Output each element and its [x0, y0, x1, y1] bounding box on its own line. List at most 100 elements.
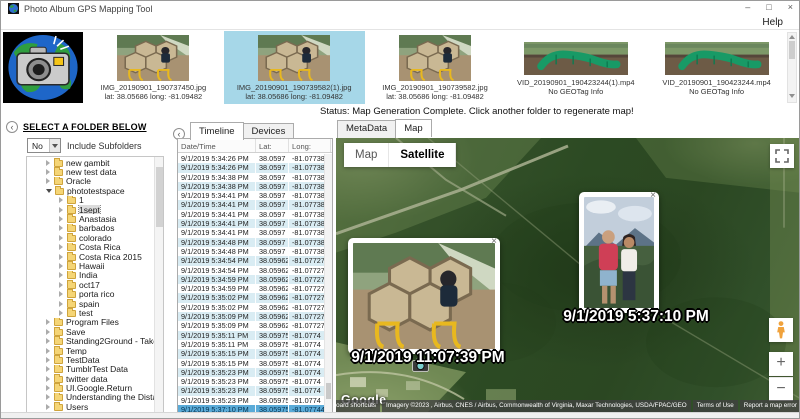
table-row[interactable]: 9/1/2019 5:35:11 PM38.059757-81.0774 — [178, 339, 332, 350]
fullscreen-button[interactable] — [770, 144, 794, 168]
column-header[interactable]: Long: — [289, 139, 331, 152]
zoom-in-button[interactable]: + — [769, 352, 793, 376]
tree-item[interactable]: TestData — [27, 355, 154, 365]
tree-item[interactable]: barbados — [27, 223, 154, 233]
collapse-arrow-icon[interactable] — [46, 188, 52, 193]
table-row[interactable]: 9/1/2019 5:35:09 PM38.059628-81.07727 — [178, 312, 332, 322]
expand-arrow-icon[interactable] — [59, 281, 64, 288]
expand-arrow-icon[interactable] — [46, 356, 51, 363]
tree-item[interactable]: 1sept — [27, 204, 154, 215]
expand-arrow-icon[interactable] — [46, 338, 51, 345]
tree-item[interactable]: Program Files — [27, 317, 154, 327]
tree-item[interactable]: spain — [27, 298, 154, 308]
expand-arrow-icon[interactable] — [46, 159, 51, 166]
folder-tree-scrollbar[interactable] — [154, 157, 163, 413]
tree-item[interactable]: Temp — [27, 345, 154, 355]
tree-item[interactable]: test — [27, 308, 154, 318]
tab-timeline[interactable]: Timeline — [190, 122, 244, 140]
close-button[interactable]: × — [788, 2, 793, 12]
thumbnail-item[interactable]: VID_20190901_190423244.mp4 No GEOTag Info — [646, 31, 787, 104]
close-icon[interactable]: × — [491, 237, 497, 247]
expand-arrow-icon[interactable] — [59, 309, 64, 316]
table-row[interactable]: 9/1/2019 5:35:09 PM38.059628-81.07727 — [178, 321, 332, 331]
expand-arrow-icon[interactable] — [46, 366, 51, 373]
zoom-out-button[interactable]: − — [769, 377, 793, 401]
map-type-satellite-button[interactable]: Satellite — [389, 143, 457, 167]
thumbnail-scrollbar[interactable] — [787, 32, 797, 103]
tree-item[interactable]: Anastasia — [27, 214, 154, 224]
table-row[interactable]: 9/1/2019 5:34:41 PM 38.0597 -81.07738 — [178, 200, 332, 210]
table-row[interactable]: 9/1/2019 5:34:41 PM 38.0597 -81.07738 — [178, 219, 332, 229]
scrollbar-thumb[interactable] — [155, 167, 163, 227]
tree-item[interactable]: India — [27, 270, 154, 280]
keyboard-shortcuts-link[interactable]: Keyboard shortcuts — [336, 400, 380, 412]
table-row[interactable]: 9/1/2019 5:35:23 PM38.059757-81.0774 — [178, 386, 332, 396]
include-subfolders-dropdown[interactable]: No — [27, 138, 61, 153]
tab-metadata[interactable]: MetaData — [337, 120, 397, 138]
tree-item[interactable]: Standing2Ground - Takedowns & Stand — [27, 336, 154, 346]
tree-item[interactable]: Costa Rica 2015 — [27, 251, 154, 261]
tree-item[interactable]: twitter data — [27, 373, 154, 383]
map-type-map-button[interactable]: Map — [344, 143, 390, 167]
expand-arrow-icon[interactable] — [46, 347, 51, 354]
thumbnail-item[interactable]: IMG_20190901_190739582.jpg lat: 38.05686 … — [365, 31, 506, 104]
expand-arrow-icon[interactable] — [59, 234, 64, 241]
tree-item[interactable]: TumblrTest Data — [27, 364, 154, 374]
table-row[interactable]: 9/1/2019 5:34:54 PM38.059628-81.07727 — [178, 265, 332, 275]
expand-arrow-icon[interactable] — [59, 253, 64, 260]
expand-arrow-icon[interactable] — [59, 244, 64, 251]
expand-arrow-icon[interactable] — [59, 262, 64, 269]
tree-item[interactable]: UI.Google.Return — [27, 383, 154, 393]
table-row[interactable]: 9/1/2019 5:34:26 PM 38.0597 -81.07738 — [178, 163, 332, 173]
table-row[interactable]: 9/1/2019 5:34:54 PM38.059628-81.07727 — [178, 256, 332, 266]
expand-arrow-icon[interactable] — [46, 319, 51, 326]
tree-item[interactable]: oct17 — [27, 280, 154, 289]
table-scrollbar[interactable] — [324, 154, 332, 413]
table-row[interactable]: 9/1/2019 5:34:26 PM 38.0597 -81.07738 — [178, 154, 332, 164]
column-header[interactable]: Date/Time — [178, 139, 256, 152]
minimize-button[interactable]: – — [745, 2, 750, 12]
thumbnail-item[interactable]: VID_20190901_190423244(1).mp4 No GEOTag I… — [505, 31, 646, 104]
expand-arrow-icon[interactable] — [59, 216, 64, 223]
table-row[interactable]: 9/1/2019 5:34:59 PM38.059628-81.07727 — [178, 274, 332, 285]
expand-arrow-icon[interactable] — [46, 394, 51, 401]
street-view-pegman-button[interactable] — [769, 318, 793, 342]
map-canvas[interactable]: MapSatellite + − Google Keyboard shortcu… — [336, 138, 799, 414]
terms-of-use-link[interactable]: Terms of Use — [692, 400, 738, 412]
scroll-down-icon[interactable] — [789, 94, 795, 98]
expand-arrow-icon[interactable] — [59, 225, 64, 232]
tree-item[interactable]: Costa Rica — [27, 242, 154, 252]
help-menu[interactable]: Help — [754, 17, 791, 28]
expand-arrow-icon[interactable] — [59, 206, 64, 213]
maximize-button[interactable]: □ — [766, 2, 771, 12]
table-row[interactable]: 9/1/2019 5:35:02 PM38.059628-81.07727 — [178, 293, 332, 303]
thumbnail-item[interactable]: IMG_20190901_190737450.jpg lat: 38.05686 … — [83, 31, 224, 104]
scrollbar-thumb[interactable] — [326, 383, 331, 399]
expand-arrow-icon[interactable] — [59, 197, 64, 204]
expand-arrow-icon[interactable] — [59, 291, 64, 298]
table-row[interactable]: 9/1/2019 5:34:41 PM 38.0597 -81.07738 — [178, 228, 332, 238]
tree-item[interactable]: Understanding the Distance from Guan — [27, 392, 154, 402]
table-row[interactable]: 9/1/2019 5:35:23 PM38.059757-81.0774 — [178, 367, 332, 378]
table-row[interactable]: 9/1/2019 5:35:15 PM38.059757-81.0774 — [178, 358, 332, 368]
report-map-error-link[interactable]: Report a map error — [739, 400, 799, 412]
scroll-up-icon[interactable] — [789, 35, 795, 39]
photo-popup[interactable]: × — [348, 237, 500, 354]
tree-item[interactable]: new gambit — [27, 158, 154, 167]
tree-item[interactable]: Users — [27, 402, 154, 412]
expand-arrow-icon[interactable] — [59, 300, 64, 307]
tree-item[interactable]: Oracle — [27, 176, 154, 186]
table-row[interactable]: 9/1/2019 5:35:23 PM38.059757-81.0774 — [178, 395, 332, 406]
expand-arrow-icon[interactable] — [46, 375, 51, 382]
expand-arrow-icon[interactable] — [46, 403, 51, 410]
tree-item[interactable]: Save — [27, 327, 154, 336]
expand-arrow-icon[interactable] — [46, 178, 51, 185]
table-row[interactable]: 9/1/2019 5:34:41 PM 38.0597 -81.07738 — [178, 209, 332, 220]
collapse-folder-panel-icon[interactable]: ‹ — [6, 121, 18, 133]
table-row[interactable]: 9/1/2019 5:34:41 PM 38.0597 -81.07738 — [178, 191, 332, 201]
expand-arrow-icon[interactable] — [46, 385, 51, 392]
tree-item[interactable]: Hawaii — [27, 261, 154, 271]
expand-arrow-icon[interactable] — [46, 169, 51, 176]
table-row[interactable]: 9/1/2019 5:34:48 PM 38.0597 -81.07738 — [178, 237, 332, 247]
expand-arrow-icon[interactable] — [46, 328, 51, 335]
